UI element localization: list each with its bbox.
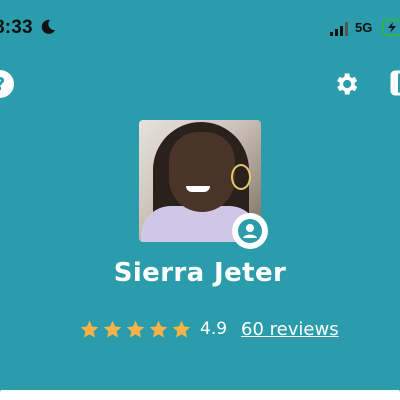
star-icon bbox=[126, 320, 145, 337]
network-label: 5G bbox=[355, 20, 373, 35]
profile-avatar[interactable] bbox=[139, 120, 268, 249]
star-icon bbox=[149, 320, 168, 337]
star-icon bbox=[172, 320, 191, 337]
rating-row: 4.9 60 reviews bbox=[79, 317, 339, 341]
question-icon: ? bbox=[0, 74, 5, 95]
reviews-link[interactable]: 60 reviews bbox=[241, 319, 339, 340]
profile-name: Sierra Jeter bbox=[113, 258, 287, 288]
avatar-edit-badge[interactable] bbox=[232, 213, 268, 249]
star-icon bbox=[103, 320, 122, 337]
rating-score: 4.9 bbox=[200, 319, 228, 339]
moon-icon bbox=[41, 19, 55, 34]
person-icon bbox=[238, 219, 262, 243]
signal-icon bbox=[330, 22, 348, 36]
star-rating bbox=[79, 319, 192, 340]
bottom-sheet bbox=[0, 390, 400, 400]
star-icon bbox=[80, 320, 99, 337]
help-button[interactable]: ? bbox=[0, 70, 14, 98]
battery-charging-icon bbox=[382, 19, 400, 36]
status-time: 8:33 bbox=[0, 17, 33, 38]
gear-icon[interactable] bbox=[332, 70, 360, 98]
sidebar-icon[interactable] bbox=[390, 70, 400, 96]
status-bar: 8:33 5G bbox=[0, 0, 400, 58]
